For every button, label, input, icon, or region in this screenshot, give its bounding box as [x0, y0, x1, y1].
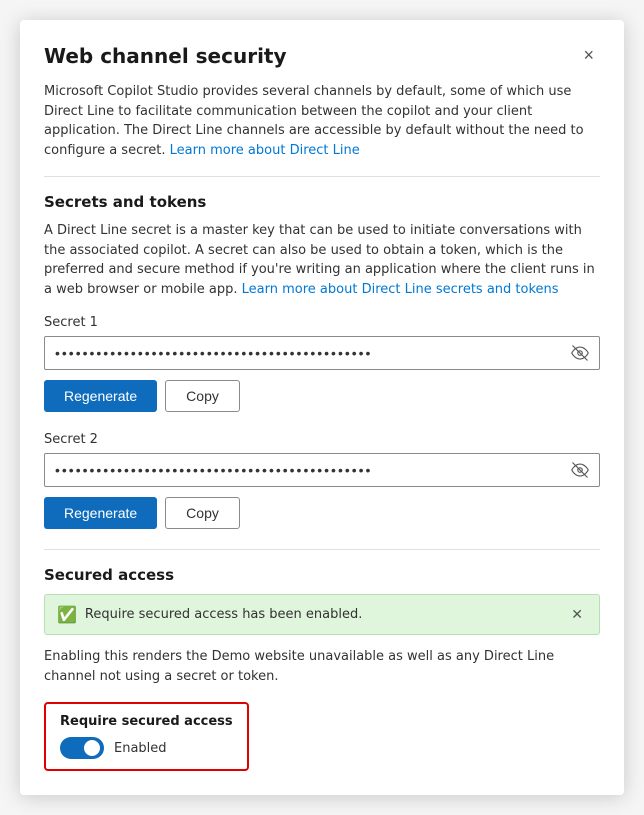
secret2-show-button[interactable] [561, 455, 599, 485]
close-button[interactable]: × [577, 44, 600, 66]
secret1-actions: Regenerate Copy [44, 380, 600, 412]
secret1-input[interactable] [45, 337, 561, 369]
success-banner: ✅ Require secured access has been enable… [44, 594, 600, 635]
section-divider-2 [44, 549, 600, 550]
secured-access-description: Enabling this renders the Demo website u… [44, 647, 600, 686]
toggle-row: Enabled [60, 737, 233, 759]
toggle-status-text: Enabled [114, 741, 167, 756]
secret2-input-wrapper [44, 453, 600, 487]
dialog-header: Web channel security × [44, 44, 600, 68]
secured-access-section: Secured access ✅ Require secured access … [44, 566, 600, 771]
banner-dismiss-button[interactable]: ✕ [567, 604, 587, 625]
secret2-regenerate-button[interactable]: Regenerate [44, 497, 157, 529]
secret2-label: Secret 2 [44, 432, 600, 447]
dialog-title: Web channel security [44, 44, 287, 68]
intro-text: Microsoft Copilot Studio provides severa… [44, 82, 600, 160]
secret2-actions: Regenerate Copy [44, 497, 600, 529]
learn-more-secrets-link[interactable]: Learn more about Direct Line secrets and… [242, 282, 559, 297]
toggle-thumb [84, 740, 100, 756]
success-banner-left: ✅ Require secured access has been enable… [57, 605, 362, 624]
secret1-regenerate-button[interactable]: Regenerate [44, 380, 157, 412]
require-secured-access-toggle-container: Require secured access Enabled [44, 702, 249, 771]
secret2-copy-button[interactable]: Copy [165, 497, 240, 529]
secret1-input-wrapper [44, 336, 600, 370]
check-circle-icon: ✅ [57, 605, 77, 624]
toggle-label: Require secured access [60, 714, 233, 729]
secret1-label: Secret 1 [44, 315, 600, 330]
success-banner-text: Require secured access has been enabled. [85, 607, 362, 622]
toggle-track [60, 737, 104, 759]
eye-icon [571, 344, 589, 362]
secrets-tokens-section: Secrets and tokens A Direct Line secret … [44, 193, 600, 529]
secured-access-title: Secured access [44, 566, 600, 584]
eye-icon-2 [571, 461, 589, 479]
secrets-section-title: Secrets and tokens [44, 193, 600, 211]
secret2-input[interactable] [45, 454, 561, 486]
section-divider-1 [44, 176, 600, 177]
learn-more-direct-line-link[interactable]: Learn more about Direct Line [170, 143, 360, 158]
secured-access-toggle[interactable] [60, 737, 104, 759]
secret1-show-button[interactable] [561, 338, 599, 368]
secret1-copy-button[interactable]: Copy [165, 380, 240, 412]
web-channel-security-dialog: Web channel security × Microsoft Copilot… [20, 20, 624, 795]
secrets-section-desc: A Direct Line secret is a master key tha… [44, 221, 600, 299]
